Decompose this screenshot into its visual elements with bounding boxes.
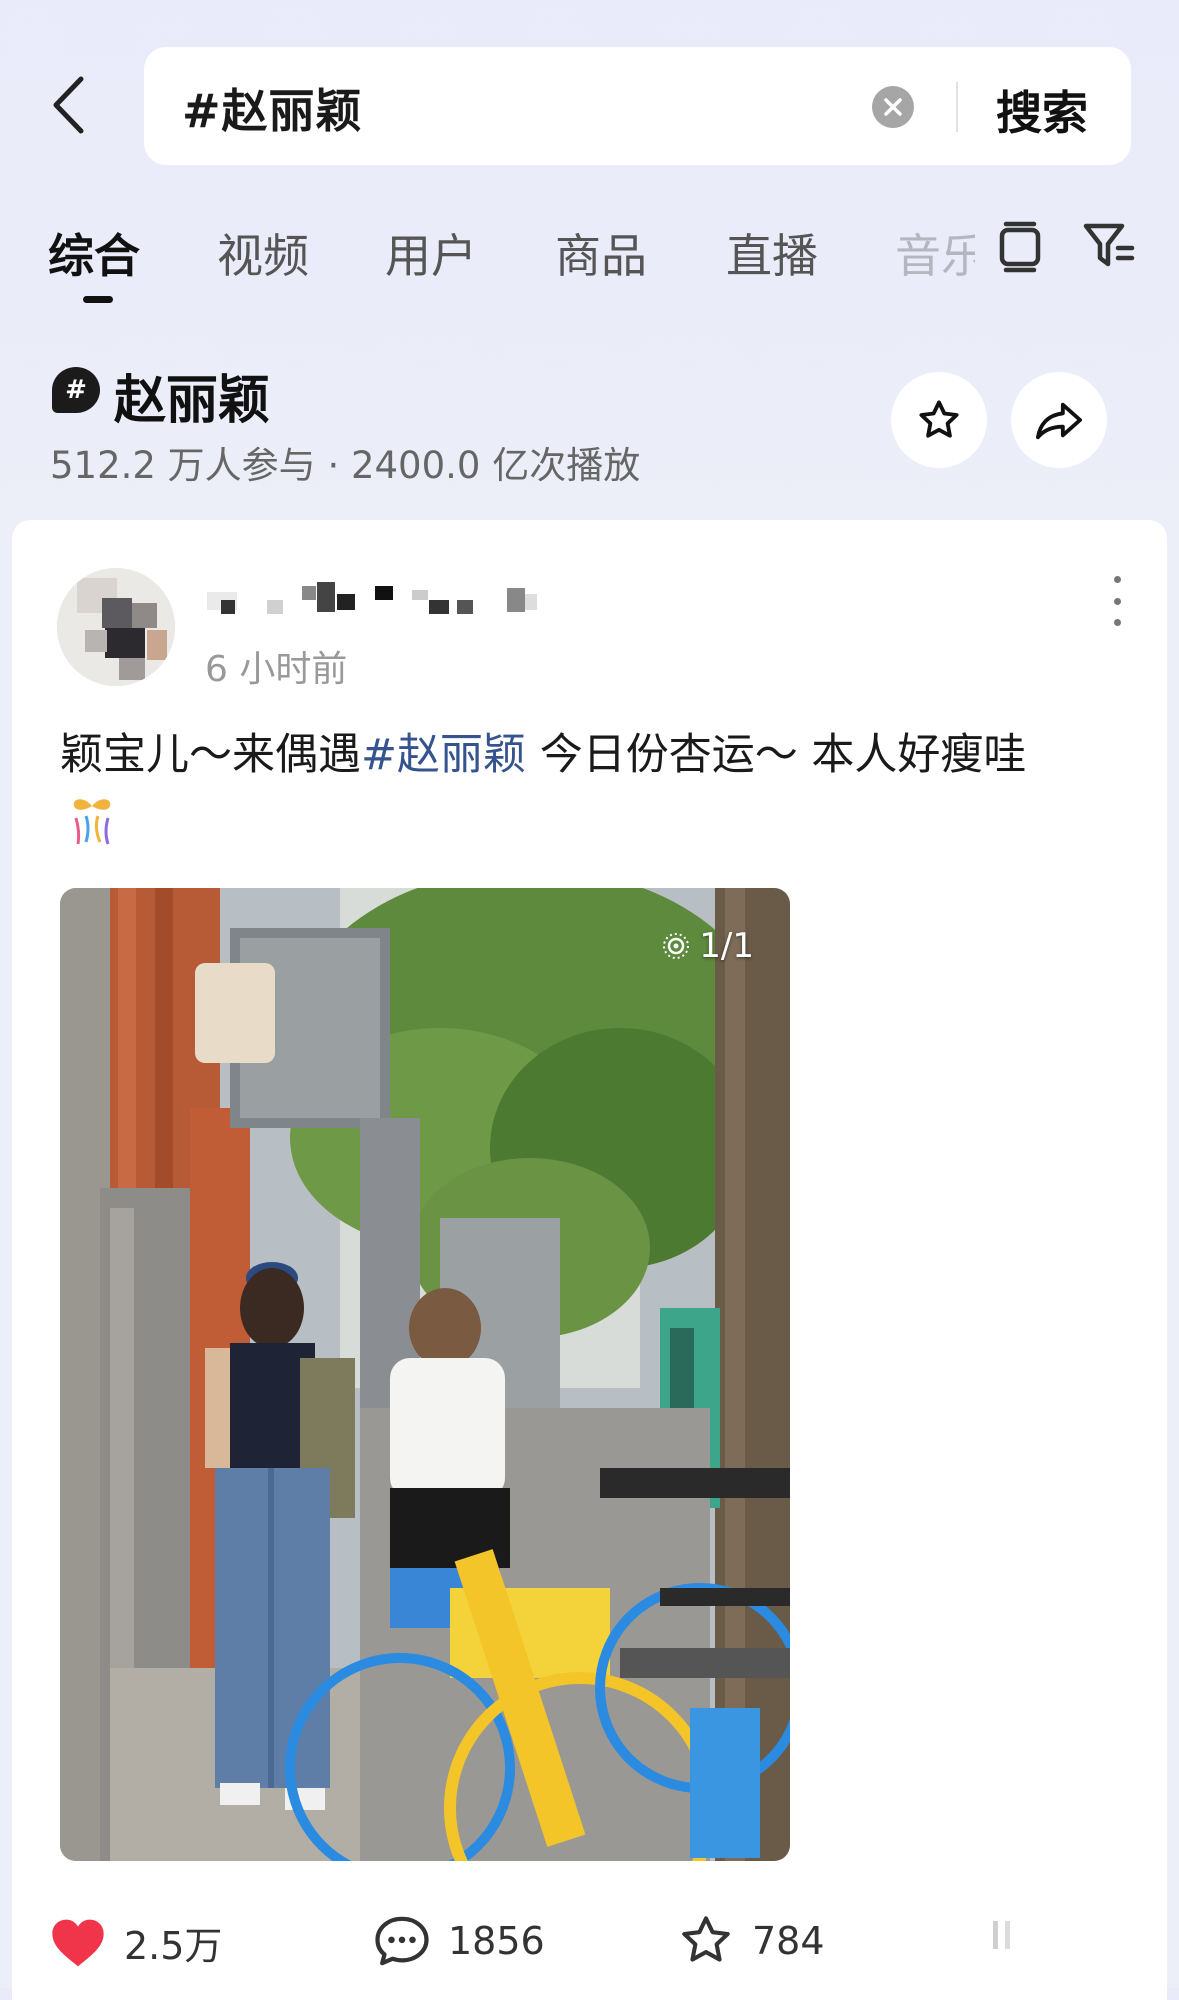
layout-icon <box>999 221 1041 273</box>
post-text: 颖宝儿～来偶遇#赵丽颖 今日份杏运～ 本人好瘦哇 <box>60 720 1026 782</box>
more-button[interactable] <box>1102 576 1132 626</box>
tab-active-indicator <box>83 296 113 303</box>
search-input[interactable]: #赵丽颖 <box>182 75 363 141</box>
heart-icon <box>52 1919 104 1966</box>
share-partial-icon <box>993 1921 1010 1949</box>
filter-button[interactable] <box>1080 216 1140 276</box>
tab-music[interactable]: 音乐 <box>895 220 975 286</box>
share-icon <box>1035 402 1082 440</box>
tab-live[interactable]: 直播 <box>726 220 818 286</box>
follow-topic-button[interactable] <box>891 372 987 468</box>
favorite-count: 784 <box>752 1919 825 1963</box>
comment-count: 1856 <box>448 1919 545 1963</box>
tab-products[interactable]: 商品 <box>555 220 647 286</box>
live-photo-icon <box>663 933 690 959</box>
more-icon <box>1113 576 1121 583</box>
photo-count: 1/1 <box>699 926 754 966</box>
clear-icon <box>884 98 902 116</box>
avatar[interactable] <box>57 568 175 686</box>
tab-bar: 综合 视频 用户 商品 直播 音乐 <box>0 208 1179 318</box>
layout-button[interactable] <box>990 216 1050 276</box>
post-text-before: 颖宝儿～来偶遇 <box>60 730 361 780</box>
topic-hashtag-icon: # <box>52 367 100 413</box>
tab-comprehensive[interactable]: 综合 <box>48 220 140 286</box>
clear-button[interactable] <box>872 86 914 128</box>
star-outline-icon <box>682 1916 730 1962</box>
post-text-after: 今日份杏运～ 本人好瘦哇 <box>526 730 1027 780</box>
comment-icon <box>375 1916 429 1966</box>
search-button[interactable]: 搜索 <box>996 77 1088 143</box>
post-photo[interactable]: 1/1 <box>60 888 790 1861</box>
search-bar[interactable]: #赵丽颖 搜索 <box>144 47 1131 165</box>
star-icon <box>919 400 959 438</box>
post-hashtag-link[interactable]: #赵丽颖 <box>361 730 526 780</box>
photo-count-badge: 1/1 <box>661 926 754 966</box>
search-divider <box>956 82 958 132</box>
comment-button[interactable]: 1856 <box>374 1915 545 1967</box>
chevron-left-icon <box>53 76 84 134</box>
filter-icon <box>1083 223 1135 267</box>
share-placeholder[interactable] <box>987 1915 1017 1955</box>
topic-title: 赵丽颖 <box>114 371 271 431</box>
tab-users[interactable]: 用户 <box>385 220 477 286</box>
more-icon-dot <box>1113 597 1121 605</box>
share-topic-button[interactable] <box>1011 372 1107 468</box>
tab-video[interactable]: 视频 <box>217 220 309 286</box>
post-time: 6 小时前 <box>205 649 348 690</box>
post-card[interactable]: 6 小时前 颖宝儿～来偶遇#赵丽颖 今日份杏运～ 本人好瘦哇 1/1 2.5万 … <box>12 520 1167 2000</box>
more-icon-dot <box>1113 619 1121 626</box>
celebration-emoji-icon <box>73 799 111 845</box>
like-button[interactable]: 2.5万 <box>50 1915 222 1970</box>
favorite-button[interactable]: 784 <box>678 1915 825 1967</box>
like-count: 2.5万 <box>124 1924 223 1968</box>
username-obscured[interactable] <box>207 580 547 620</box>
topic-stats: 512.2 万人参与 · 2400.0 亿次播放 <box>50 444 641 487</box>
back-button[interactable] <box>38 70 98 140</box>
